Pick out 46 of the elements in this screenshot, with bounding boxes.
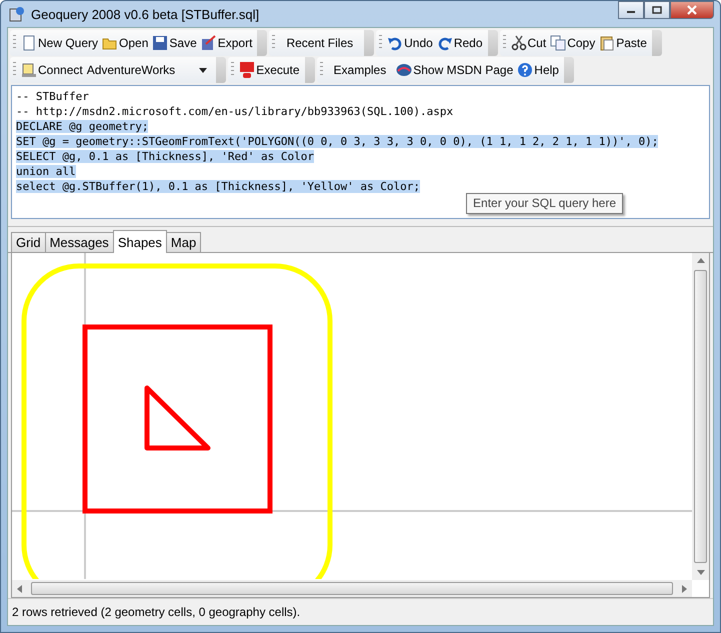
right-arrow-icon xyxy=(682,584,687,592)
connection-dropdown[interactable]: AdventureWorks xyxy=(84,63,214,77)
toolbar-button[interactable]: Show MSDN Page xyxy=(394,58,516,82)
toolbar-button[interactable]: Paste xyxy=(597,31,649,55)
toolbar-button[interactable]: Help xyxy=(515,58,561,82)
document-icon xyxy=(21,35,37,51)
window-title: Geoquery 2008 v0.6 beta [STBuffer.sql] xyxy=(31,6,260,22)
toolbar-button[interactable]: New Query xyxy=(19,31,100,55)
tab[interactable]: Map xyxy=(166,232,202,252)
undo-icon xyxy=(387,35,404,51)
toolbar-button[interactable]: Cut xyxy=(508,31,548,55)
horizontal-scrollbar[interactable] xyxy=(12,580,692,597)
maximize-icon xyxy=(652,6,662,14)
tab[interactable]: Shapes xyxy=(112,230,167,253)
copy-icon xyxy=(550,35,566,51)
toolbar-button[interactable]: Open xyxy=(100,31,150,55)
toolbar-button[interactable]: Connect xyxy=(19,58,85,82)
query-editor[interactable] xyxy=(11,85,710,219)
menu-button[interactable]: Examples xyxy=(326,58,394,82)
up-arrow-icon xyxy=(696,258,704,263)
down-arrow-icon xyxy=(696,570,704,575)
code-line: -- STBuffer xyxy=(16,90,89,103)
toolbar-button[interactable]: Copy xyxy=(548,31,598,55)
help-icon xyxy=(517,62,534,78)
tab[interactable]: Grid xyxy=(11,232,46,252)
code-line: -- http://msdn2.microsoft.com/en-us/library/bb933963(SQL.100).aspx xyxy=(16,105,454,118)
maximize-button[interactable] xyxy=(644,1,670,19)
export-icon xyxy=(200,35,217,51)
tooltip: Enter your SQL query here xyxy=(466,193,623,214)
vertical-scrollbar[interactable] xyxy=(692,253,709,580)
left-arrow-icon xyxy=(17,584,22,592)
toolbar-button[interactable]: Undo xyxy=(385,31,435,55)
toolbar-button[interactable]: Save xyxy=(150,31,199,55)
minimize-button[interactable] xyxy=(618,1,644,19)
toolbar-button[interactable]: Redo xyxy=(434,31,485,55)
clipboard-icon xyxy=(599,35,616,51)
redo-icon xyxy=(436,35,453,51)
close-button[interactable] xyxy=(670,1,714,19)
scissors-icon xyxy=(510,35,527,51)
app-icon xyxy=(9,6,25,22)
caret-icon xyxy=(199,68,208,72)
close-icon xyxy=(686,5,698,15)
toolbar-button[interactable]: Export xyxy=(198,31,254,55)
tab[interactable]: Messages xyxy=(44,232,114,252)
status-text: 2 rows retrieved (2 geometry cells, 0 geography cells). xyxy=(8,598,713,625)
server-icon xyxy=(21,62,37,78)
